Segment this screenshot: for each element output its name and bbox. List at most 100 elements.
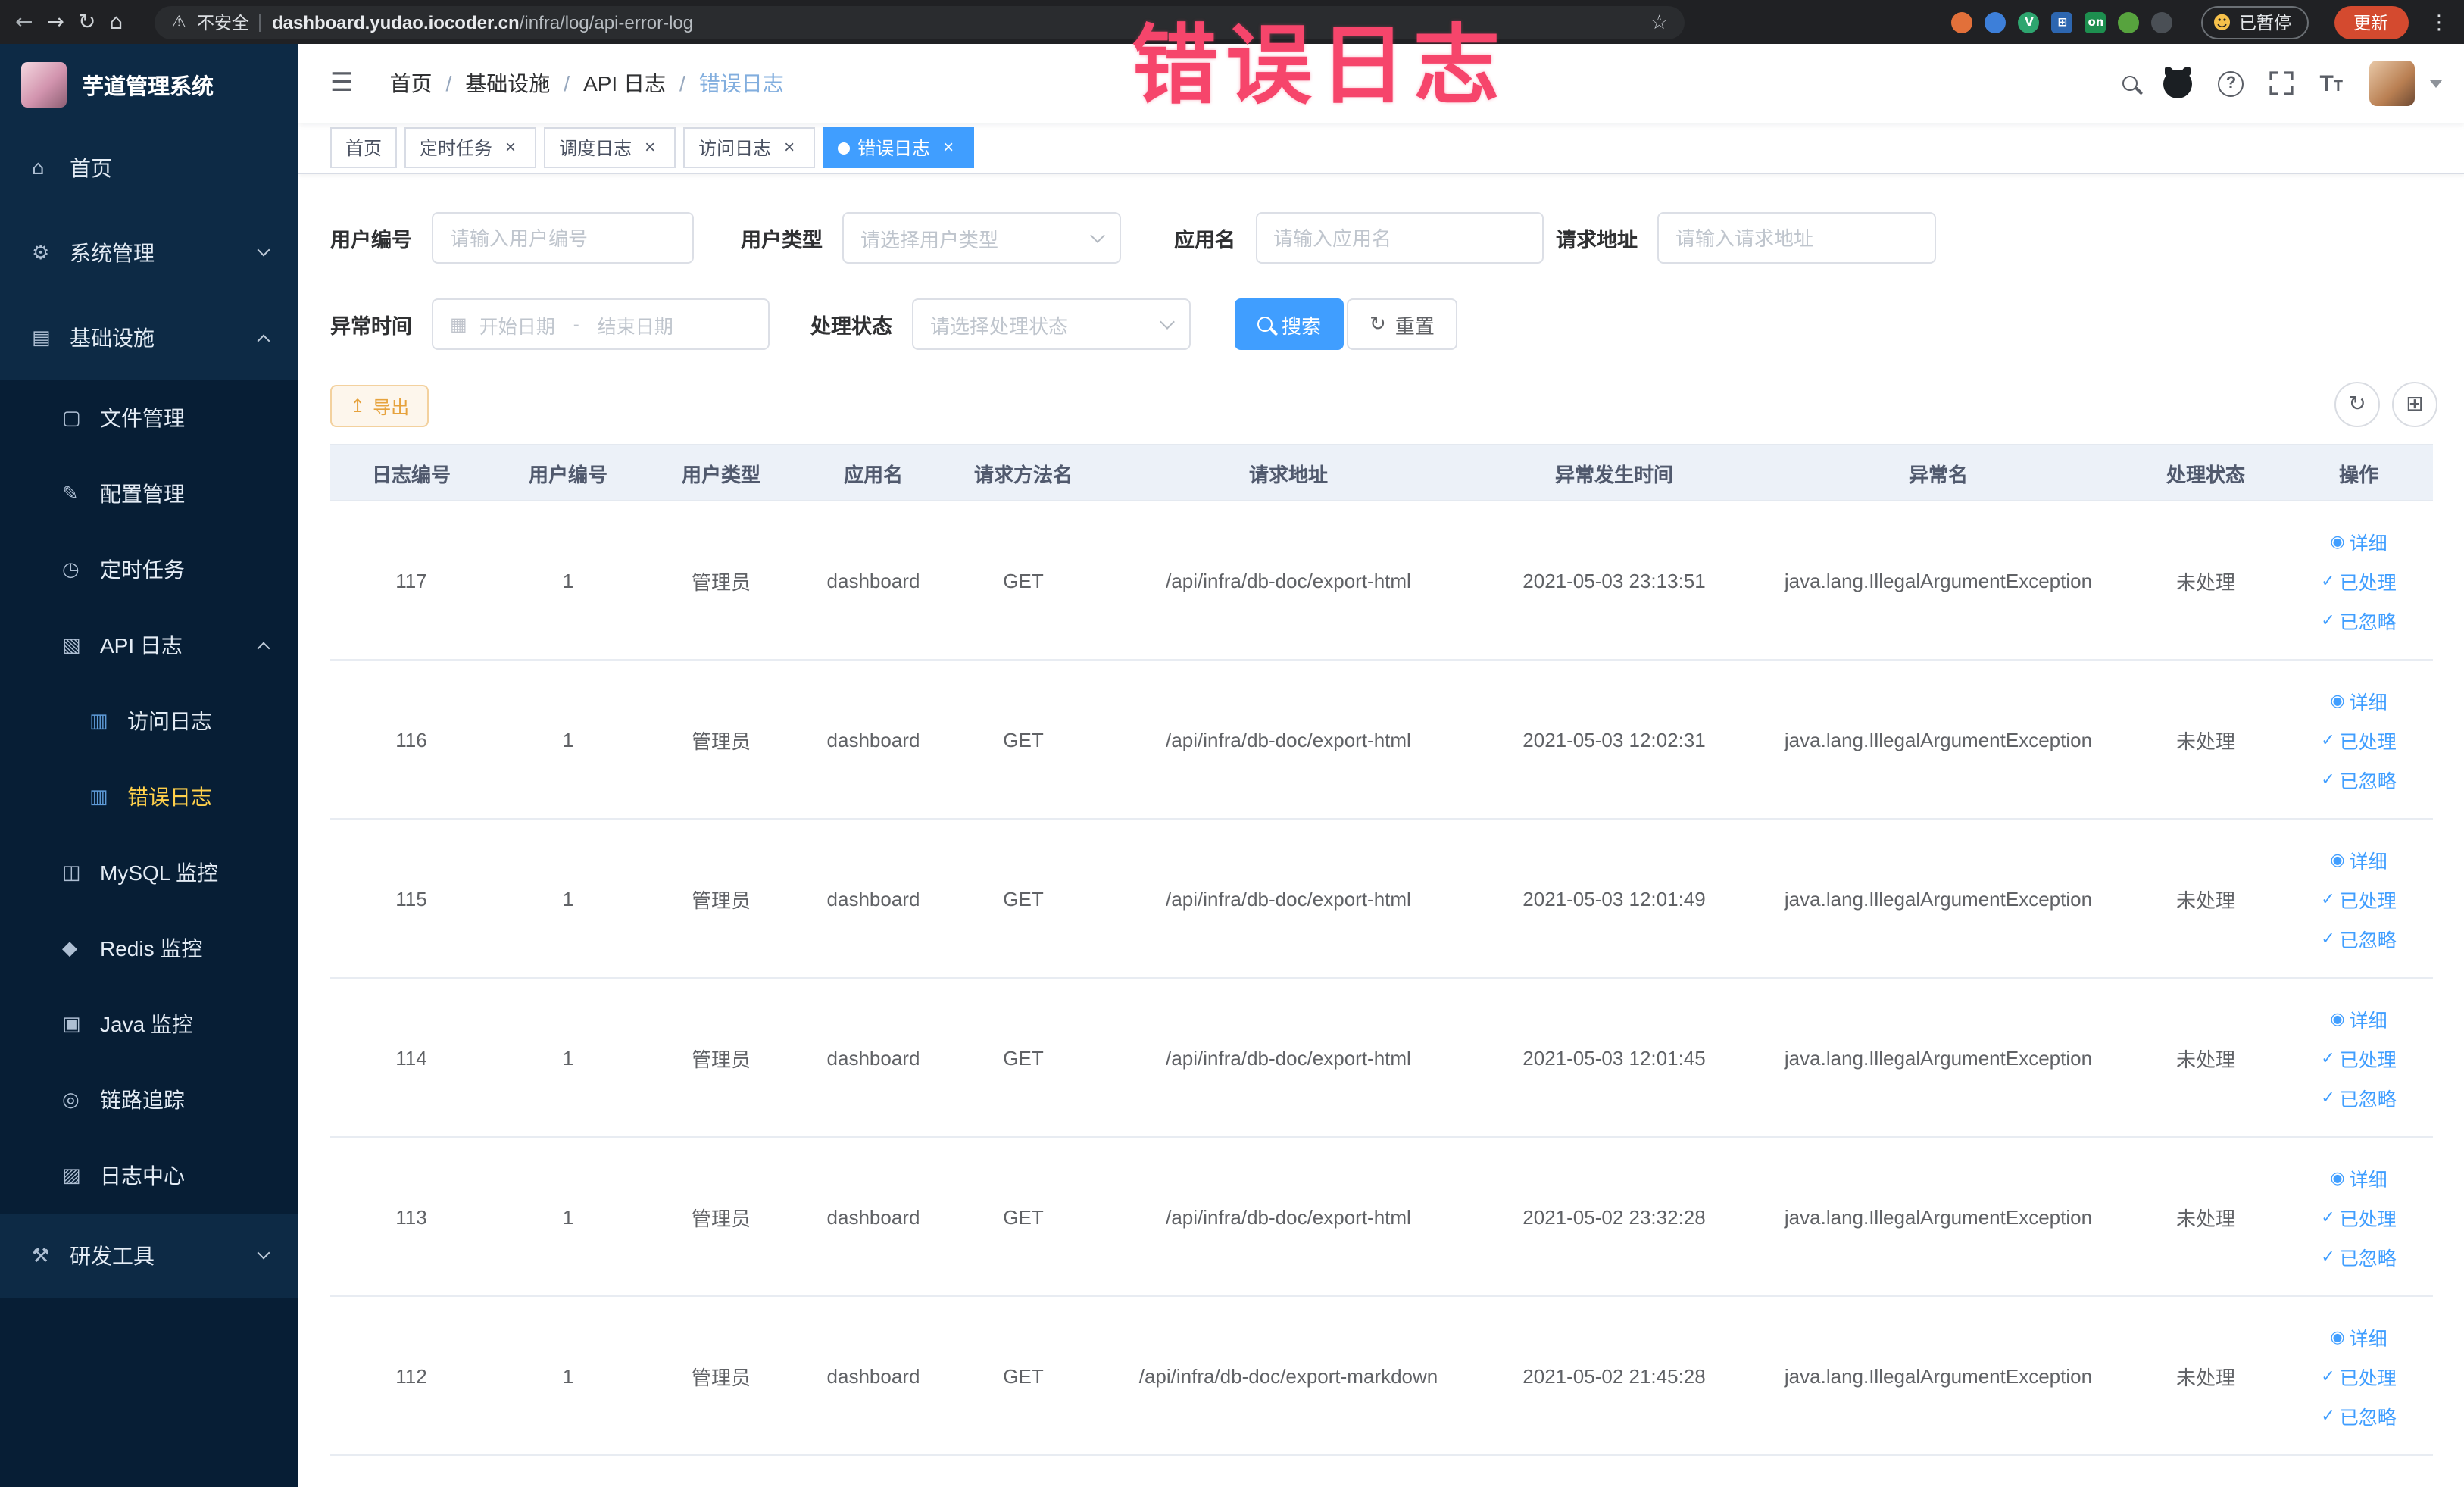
ignored-link[interactable]: ✓ 已忽略	[2321, 764, 2396, 793]
sidebar-item-dev-tools[interactable]: ⚒ 研发工具	[0, 1214, 298, 1298]
paused-badge[interactable]: ☻ 已暂停	[2201, 5, 2308, 39]
breadcrumb-separator: /	[564, 71, 570, 95]
sidebar-item-redis[interactable]: ◆ Redis 监控	[0, 911, 298, 986]
cell-method: GET	[948, 978, 1098, 1138]
processed-link[interactable]: ✓ 已处理	[2321, 1043, 2396, 1072]
sidebar-item-trace[interactable]: ◎ 链路追踪	[0, 1062, 298, 1138]
close-icon[interactable]: ×	[639, 136, 661, 158]
processed-link[interactable]: ✓ 已处理	[2321, 725, 2396, 754]
process-status-select[interactable]: 请选择处理状态	[912, 298, 1191, 350]
processed-label: 已处理	[2339, 890, 2397, 911]
cell-actions: ◉ 详细 ✓ 已处理 ✓ 已忽略	[2284, 819, 2433, 979]
extension-paw-icon[interactable]	[2151, 11, 2173, 33]
close-icon[interactable]: ×	[779, 136, 800, 158]
chevron-down-icon[interactable]	[2429, 80, 2441, 87]
sidebar-item-mysql[interactable]: ◫ MySQL 监控	[0, 835, 298, 911]
tab-home[interactable]: 首页	[330, 127, 398, 168]
avatar[interactable]	[2369, 61, 2414, 106]
cell-actions: ◉ 详细 ✓ 已处理 ✓ 已忽略	[2284, 501, 2433, 661]
browser-forward-icon[interactable]: →	[46, 11, 64, 33]
sidebar-item-home[interactable]: ⌂ 首页	[0, 126, 298, 211]
browser-update-button[interactable]: 更新	[2334, 5, 2408, 39]
exception-time-range[interactable]: ▦ 开始日期 - 结束日期	[432, 298, 770, 350]
end-date-placeholder: 结束日期	[597, 316, 673, 337]
extension-orange-icon[interactable]	[1951, 11, 1973, 33]
tab-error-log[interactable]: 错误日志 ×	[823, 127, 975, 168]
close-icon[interactable]: ×	[938, 136, 959, 158]
browser-menu-icon[interactable]: ⋮	[2429, 10, 2449, 34]
tab-label: 调度日志	[559, 138, 632, 159]
help-icon[interactable]: ?	[2218, 70, 2244, 96]
bookmark-star-icon[interactable]: ☆	[1650, 10, 1668, 34]
search-icon[interactable]	[2122, 76, 2138, 91]
navbar-actions: ? TT	[2122, 61, 2441, 106]
processed-label: 已处理	[2339, 1049, 2397, 1070]
detail-link[interactable]: ◉ 详细	[2330, 686, 2387, 714]
sidebar-item-config-manage[interactable]: ✎ 配置管理	[0, 456, 298, 532]
detail-link[interactable]: ◉ 详细	[2330, 526, 2387, 555]
ignored-link[interactable]: ✓ 已忽略	[2321, 923, 2396, 952]
cell-app: dashboard	[798, 501, 948, 661]
select-placeholder: 请选择用户类型	[860, 228, 999, 251]
extension-grid-icon[interactable]: ⊞	[2051, 11, 2073, 33]
processed-link[interactable]: ✓ 已处理	[2321, 1202, 2396, 1231]
tabs-bar: 首页 定时任务 × 调度日志 × 访问日志 × 错误日志 ×	[298, 123, 2464, 174]
refresh-table-button[interactable]: ↻	[2334, 382, 2380, 427]
hamburger-icon[interactable]: ☰	[321, 68, 363, 98]
tab-job[interactable]: 定时任务 ×	[404, 127, 537, 168]
security-label: 不安全	[196, 14, 249, 33]
check-icon: ✓	[2321, 1048, 2335, 1067]
sidebar-item-system[interactable]: ⚙ 系统管理	[0, 211, 298, 295]
ignored-link[interactable]: ✓ 已忽略	[2321, 1242, 2396, 1270]
browser-back-icon[interactable]: ←	[15, 11, 33, 33]
sidebar-item-label: 访问日志	[127, 709, 212, 733]
cell-user-type: 管理员	[644, 1137, 798, 1297]
extension-vue-devtools-icon[interactable]: V	[2018, 11, 2040, 33]
sidebar-item-api-log[interactable]: ▧ API 日志	[0, 608, 298, 683]
processed-link[interactable]: ✓ 已处理	[2321, 884, 2396, 913]
close-icon[interactable]: ×	[500, 136, 521, 158]
ignored-link[interactable]: ✓ 已忽略	[2321, 1401, 2396, 1429]
app-logo[interactable]: 芋道管理系统	[0, 44, 298, 126]
processed-link[interactable]: ✓ 已处理	[2321, 566, 2396, 595]
browser-reload-icon[interactable]: ↻	[78, 11, 95, 33]
tab-access-log[interactable]: 访问日志 ×	[683, 127, 816, 168]
search-button[interactable]: 搜索	[1235, 298, 1344, 350]
github-icon[interactable]	[2163, 66, 2193, 98]
column-settings-button[interactable]: ⊞	[2392, 382, 2437, 427]
sidebar-item-job[interactable]: ◷ 定时任务	[0, 532, 298, 608]
breadcrumb-item[interactable]: 基础设施	[465, 68, 550, 98]
user-type-select[interactable]: 请选择用户类型	[842, 212, 1121, 264]
extension-leaf-icon[interactable]	[2118, 11, 2140, 33]
app-name-input[interactable]	[1255, 212, 1543, 264]
detail-link[interactable]: ◉ 详细	[2330, 1322, 2387, 1351]
extension-on-badge-icon[interactable]: on	[2085, 11, 2106, 33]
sidebar-item-infra[interactable]: ▤ 基础设施	[0, 295, 298, 380]
sidebar-item-error-log[interactable]: ▥ 错误日志	[0, 759, 298, 835]
extension-blue-drop-icon[interactable]	[1985, 11, 2006, 33]
request-url-input[interactable]	[1657, 212, 1936, 264]
breadcrumb-item[interactable]: API 日志	[583, 68, 666, 98]
reset-button[interactable]: ↻ 重置	[1347, 298, 1457, 350]
sidebar-item-java[interactable]: ▣ Java 监控	[0, 986, 298, 1062]
fullscreen-icon[interactable]	[2269, 71, 2294, 95]
processed-link[interactable]: ✓ 已处理	[2321, 1361, 2396, 1390]
detail-link[interactable]: ◉ 详细	[2330, 1004, 2387, 1032]
sidebar-item-access-log[interactable]: ▥ 访问日志	[0, 683, 298, 759]
ignored-link[interactable]: ✓ 已忽略	[2321, 1082, 2396, 1111]
breadcrumb-item[interactable]: 首页	[390, 68, 433, 98]
user-id-input[interactable]	[432, 212, 694, 264]
browser-home-icon[interactable]: ⌂	[109, 11, 123, 33]
ignored-link[interactable]: ✓ 已忽略	[2321, 605, 2396, 634]
sidebar-item-file-manage[interactable]: ▢ 文件管理	[0, 380, 298, 456]
detail-link[interactable]: ◉ 详细	[2330, 845, 2387, 873]
export-button[interactable]: ↥ 导出	[330, 385, 429, 427]
tab-job-log[interactable]: 调度日志 ×	[544, 127, 676, 168]
refresh-icon: ↻	[1369, 313, 1386, 336]
table-body: 117 1 管理员 dashboard GET/api/infra/db-doc/exp…	[330, 501, 2433, 1456]
font-size-icon[interactable]: TT	[2319, 70, 2343, 96]
cell-url: /api/infra/db-doc/export-html	[1098, 1137, 1479, 1297]
detail-link[interactable]: ◉ 详细	[2330, 1163, 2387, 1192]
address-bar[interactable]: ⚠ 不安全 dashboard.yudao.iocoder.cn/infra/l…	[155, 5, 1685, 39]
sidebar-item-log-center[interactable]: ▨ 日志中心	[0, 1138, 298, 1214]
